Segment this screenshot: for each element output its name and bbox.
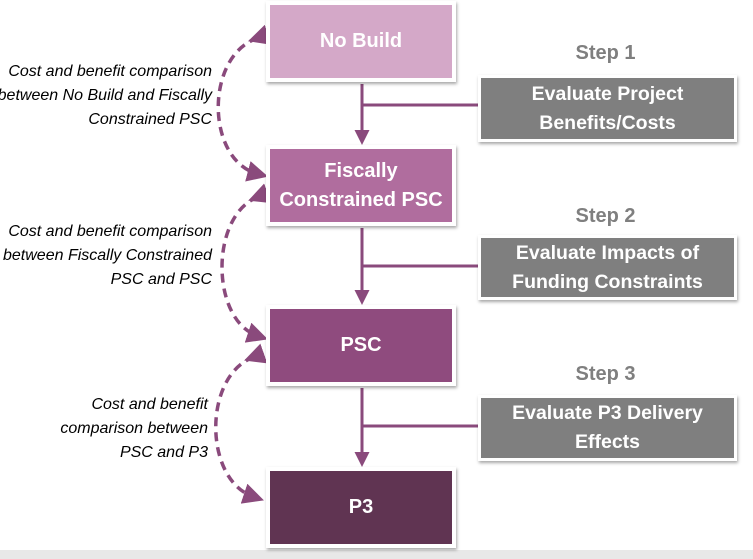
comparison-arrow-3 [214, 343, 268, 504]
comparison-arrow-1 [216, 24, 272, 182]
step-3-box: Evaluate P3 Delivery Effects [478, 395, 737, 461]
step-3-title: Evaluate P3 Delivery Effects [512, 402, 703, 453]
no-build-box: No Build [266, 1, 456, 82]
comparison-note-2: Cost and benefit comparison between Fisc… [3, 223, 212, 288]
fiscally-constrained-psc-box: Fiscally Constrained PSC [266, 145, 456, 226]
no-build-label: No Build [319, 30, 403, 52]
fiscally-constrained-psc-label: Fiscally Constrained PSC [279, 159, 443, 211]
p3-label: P3 [348, 496, 374, 518]
step-2-title: Evaluate Impacts of Funding Constraints [512, 241, 703, 293]
step-1-title: Evaluate Project Benefits/Costs [531, 82, 684, 134]
psc-box: PSC [266, 305, 456, 386]
step-3-label: Step 3 [575, 363, 636, 385]
comparison-note-3: Cost and benefit comparison between PSC … [60, 396, 208, 461]
step-1-label: Step 1 [575, 42, 636, 64]
step-2-box: Evaluate Impacts of Funding Constraints [478, 235, 737, 300]
step-2-label: Step 2 [575, 205, 636, 227]
step-1-box: Evaluate Project Benefits/Costs [478, 75, 737, 142]
comparison-note-1: Cost and benefit comparison between No B… [0, 63, 212, 128]
comparison-arrow-2 [220, 183, 272, 343]
p3-box: P3 [266, 467, 456, 548]
psc-label: PSC [340, 334, 382, 356]
